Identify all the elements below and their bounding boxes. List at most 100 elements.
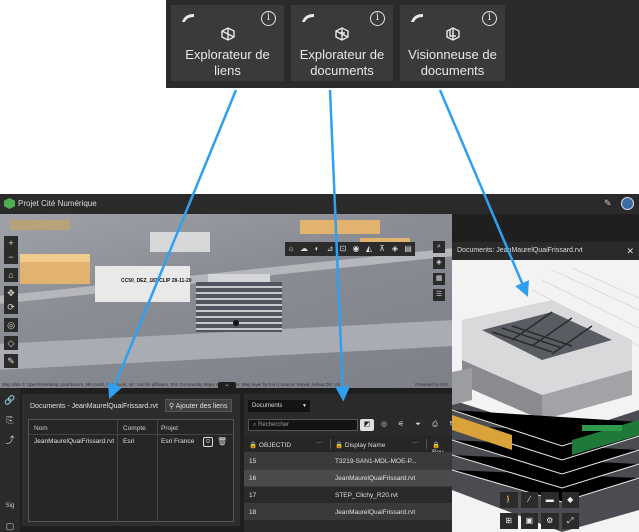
share-icon[interactable]: ⤴ [0,432,20,448]
properties-icon[interactable]: ▣ [520,513,538,529]
columns-icon[interactable]: ⚟ [394,419,408,431]
card-title: Explorateur de liens [185,47,270,78]
chevron-down-icon: ▼ [302,403,307,409]
map-left-toolbar: + − ⌂ ✥ ⟳ ◎ ◇ ✎ [4,236,18,372]
rotate-icon[interactable]: ⟳ [4,300,18,314]
legend-icon[interactable]: ☰ [433,289,445,301]
zoom-out-button[interactable]: − [4,250,18,264]
bookmark-icon[interactable]: ▤ [402,242,414,256]
home-icon[interactable]: ⌂ [4,268,18,282]
open-link-icon[interactable]: ⊙ [203,437,213,447]
measure-icon[interactable]: ⁄ [520,492,538,508]
card-document-explorer[interactable]: i Explorateur de documents [291,5,393,81]
card-link-explorer[interactable]: i Explorateur de liens [171,5,284,81]
layer-selector[interactable]: Documents ▼ [248,400,310,412]
cell-display-name: STEP_Clichy_R20.rvt [335,492,398,499]
viewer-header: Documents: JeanMaurelQuaiFrissard.rvt ✕ [452,242,639,260]
app-logo-icon [4,198,15,209]
column-header-nom[interactable]: Nom [34,425,48,432]
model-tree-icon[interactable]: ⊞ [500,513,518,529]
link-icon[interactable]: 🔗 [0,392,20,408]
export-icon[interactable]: ⎙ [428,419,442,431]
table-header: 🔒 OBJECTID ··· 🔒 Display Name ··· 🔒 Bou [244,436,452,456]
card-document-viewer[interactable]: i Visionneuse de documents [400,5,505,81]
cube-icon[interactable]: ◆ [561,492,579,508]
link-explorer-icon [220,27,235,41]
column-menu-icon[interactable]: ··· [316,439,323,446]
collapse-panel-toggle[interactable]: ⌄ [218,382,236,388]
settings-icon[interactable]: ⚙ [541,513,559,529]
edit-icon[interactable]: ✎ [604,198,612,209]
line-of-sight-icon[interactable]: ⊡ [337,242,349,256]
search-icon[interactable]: ⌕ [433,241,445,253]
document-explorer-panel: Documents ▼ ⌕ Rechercher ◩ ◎ ⚟ ⏷ ⎙ ↻ 🔒 OB… [244,394,452,532]
locate-icon[interactable]: ◇ [4,336,18,350]
info-icon[interactable]: i [261,11,276,26]
link-row-nom[interactable]: JeanMaurelQuaiFrissard.rvt [34,438,114,445]
table-row[interactable]: 15 T3219-SAN1-MDL-MOE-P... [244,452,452,469]
table-row[interactable]: 17 STEP_Clichy_R20.rvt [244,486,452,503]
avatar[interactable] [621,197,634,210]
attachment-icon[interactable]: ⎘ [0,412,20,428]
map-building [20,254,90,262]
zoom-to-icon[interactable]: ◎ [377,419,391,431]
measure-icon[interactable]: ⊿ [324,242,336,256]
cell-objectid: 17 [249,492,257,499]
close-icon[interactable]: ✕ [626,242,634,260]
slice-icon[interactable]: ◭ [363,242,375,256]
globe-icon[interactable]: ◉ [350,242,362,256]
info-icon[interactable]: i [482,11,497,26]
weather-icon[interactable]: ☁ [298,242,310,256]
link-row-projet: Esri France [161,438,195,445]
search-input[interactable]: ⌕ Rechercher [248,419,358,431]
compass-icon[interactable]: ◎ [4,318,18,332]
column-header-projet[interactable]: Projet [161,425,178,432]
add-links-button[interactable]: ⚲ Ajouter des liens [165,399,232,412]
info-icon[interactable]: i [370,11,385,26]
column-divider [157,420,158,523]
daylight-icon[interactable]: ☼ [285,242,297,256]
cell-display-name: JeanMaurelQuaiFrissard.rvt [335,475,416,482]
map-building [10,220,70,230]
layer-list-icon[interactable]: ◈ [433,257,445,269]
pen-icon[interactable]: ✎ [4,354,18,368]
app-title: Projet Cité Numérique [18,199,97,208]
bim-viewer-canvas[interactable]: 🚶 ⁄ ▬ ◆ ⊞ ▣ ⚙ ⤢ [452,260,639,532]
map-building [95,266,190,302]
refresh-icon[interactable]: ↻ [445,419,452,431]
basemap-icon[interactable]: ▦ [433,273,445,285]
card-title: Visionneuse de documents [408,47,497,78]
table-row[interactable]: 18 JeanMaurelQuaiFrissard.rvt [244,503,452,520]
app-logo-icon [182,14,194,22]
bim-model[interactable] [196,282,282,332]
layers-icon[interactable]: ◈ [389,242,401,256]
filter-icon[interactable]: ⏷ [411,419,425,431]
elevation-icon[interactable]: ⊼ [376,242,388,256]
table-row[interactable]: 16 JeanMaurelQuaiFrissard.rvt [244,469,452,486]
link-explorer-panel: Documents - JeanMaurelQuaiFrissard.rvt ⚲… [22,394,240,526]
fullscreen-icon[interactable]: ⤢ [561,513,579,529]
column-header-compte[interactable]: Compte [123,425,146,432]
powered-by[interactable]: Powered by Esri [415,382,448,387]
map-building [300,220,380,234]
location-marker[interactable] [233,320,239,326]
walk-icon[interactable]: 🚶 [500,492,518,508]
column-header-display-name[interactable]: 🔒 Display Name [335,441,385,449]
panel-icon[interactable]: ▢ [0,518,20,532]
scene-map[interactable]: CC50_DEZ_183 CLIP 28-11-20 + − ⌂ ✥ ⟳ ◎ ◇… [0,214,452,388]
shadow-icon[interactable]: ◐ [311,242,323,256]
folder-icon[interactable]: ▬ [541,492,559,508]
sig-button[interactable]: Sig [0,498,20,514]
zoom-in-button[interactable]: + [4,236,18,250]
pan-icon[interactable]: ✥ [4,286,18,300]
document-explorer-icon [335,27,349,41]
add-link-icon: ⚲ [169,403,176,410]
table-divider [29,434,233,435]
column-header-objectid[interactable]: 🔒 OBJECTID [249,441,291,449]
cell-objectid: 18 [249,509,257,516]
delete-icon[interactable]: 🗑 [217,437,227,446]
doc-toolbar: ◩ ◎ ⚟ ⏷ ⎙ ↻ [360,419,452,431]
select-icon[interactable]: ◩ [360,419,374,431]
map-top-toolbar: ☼ ☁ ◐ ⊿ ⊡ ◉ ◭ ⊼ ◈ ▤ [285,242,415,256]
column-menu-icon[interactable]: ··· [412,439,419,446]
